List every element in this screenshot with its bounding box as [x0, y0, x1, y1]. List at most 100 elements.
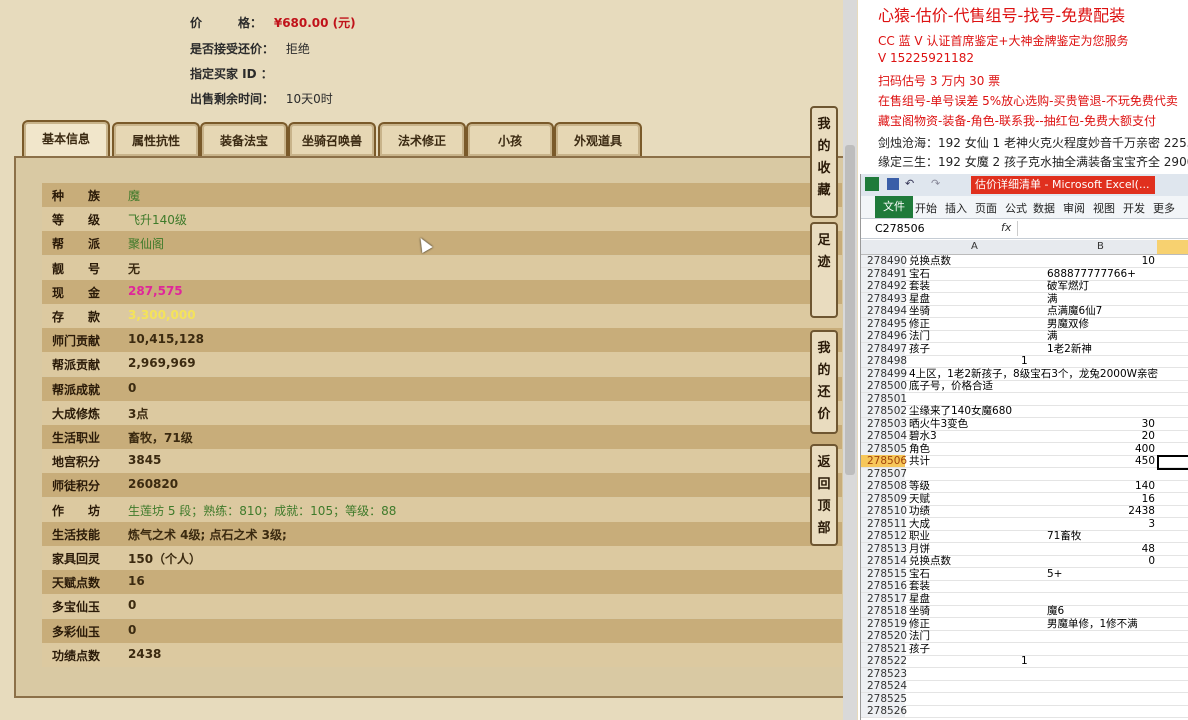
row-number[interactable]: 278493 [861, 292, 907, 305]
cell-a[interactable]: 修正 [909, 618, 930, 630]
cell-b[interactable]: 688877777766+ [1047, 268, 1136, 280]
row-number[interactable]: 278502 [861, 405, 907, 417]
row-number[interactable]: 278526 [861, 705, 907, 717]
row-number[interactable]: 278500 [861, 380, 907, 392]
ribbon-tab-review[interactable]: 审阅 [1063, 200, 1085, 216]
sheet-row[interactable]: 278513 月饼 48 [861, 542, 1188, 556]
row-number[interactable]: 278517 [861, 592, 907, 605]
sheet-row[interactable]: 278491 宝石 688877777766+ [861, 267, 1188, 281]
row-number[interactable]: 278491 [861, 267, 907, 280]
row-number[interactable]: 278503 [861, 417, 907, 430]
sheet-row[interactable]: 278514 兑换点数 0 [861, 555, 1188, 569]
sheet-row[interactable]: 278495 修正 男魔双修 [861, 317, 1188, 331]
row-number[interactable]: 278507 [861, 467, 907, 480]
sheet-row[interactable]: 278520 法门 [861, 630, 1188, 644]
row-number[interactable]: 278520 [861, 630, 907, 642]
row-number[interactable]: 278501 [861, 392, 907, 405]
row-number[interactable]: 278490 [861, 255, 907, 267]
tab-equipment[interactable]: 装备法宝 [200, 122, 288, 156]
cell-b[interactable]: 30 [1142, 418, 1155, 430]
sheet-row[interactable]: 278512 职业 71畜牧 [861, 530, 1188, 544]
ribbon-tab-page[interactable]: 页面 [975, 200, 997, 216]
ribbon-tab-developer[interactable]: 开发 [1123, 200, 1145, 216]
sheet-row[interactable]: 278516 套装 [861, 580, 1188, 594]
sheet-row[interactable]: 278500 底子号，价格合适 [861, 380, 1188, 394]
cell-a[interactable]: 套装 [909, 580, 930, 592]
tab-spell-correction[interactable]: 法术修正 [378, 122, 466, 156]
cell-a[interactable]: 修正 [909, 318, 930, 330]
cell-b[interactable]: 140 [1135, 480, 1155, 492]
cell-a[interactable]: 法门 [909, 630, 930, 642]
cell-a[interactable]: 宝石 [909, 568, 930, 580]
cell-a[interactable]: 职业 [909, 530, 930, 542]
cell-b[interactable]: 2438 [1128, 505, 1155, 517]
sheet-row[interactable]: 278523 [861, 667, 1188, 681]
cell-a[interactable]: 孩子 [909, 343, 930, 355]
cell-b[interactable]: 满 [1047, 330, 1058, 342]
column-a-header[interactable]: A [971, 241, 978, 252]
row-number[interactable]: 278512 [861, 530, 907, 542]
sheet-row[interactable]: 278509 天赋 16 [861, 492, 1188, 506]
tab-mounts-pets[interactable]: 坐骑召唤兽 [288, 122, 376, 156]
row-number[interactable]: 278509 [861, 492, 907, 505]
cell-a[interactable]: 共计 [909, 455, 930, 467]
row-number[interactable]: 278518 [861, 605, 907, 617]
back-to-top-button[interactable]: 返回顶部 [810, 444, 838, 546]
sheet-row[interactable]: 278515 宝石 5+ [861, 567, 1188, 581]
cell-b[interactable]: 16 [1142, 493, 1155, 505]
sheet-row[interactable]: 278507 [861, 467, 1188, 481]
cell-b[interactable]: 0 [1148, 555, 1155, 567]
my-favorites-button[interactable]: 我的收藏 [810, 106, 838, 218]
undo-icon[interactable]: ↶ [905, 177, 914, 190]
column-b-header[interactable]: B [1097, 241, 1104, 252]
cell-a[interactable]: 天赋 [909, 493, 930, 505]
cell-a[interactable]: 坐骑 [909, 305, 930, 317]
sheet-row[interactable]: 278506 共计 450 [861, 455, 1188, 470]
cell-b[interactable]: 破军燃灯 [1047, 280, 1089, 292]
cell-a[interactable]: 4上区，1老2新孩子，8级宝石3个，龙兔2000W亲密 [909, 368, 1158, 380]
column-c-header[interactable] [1157, 240, 1188, 254]
row-number[interactable]: 278499 [861, 367, 907, 380]
formula-input[interactable] [1017, 221, 1188, 236]
sheet-row[interactable]: 278490 兑换点数 10 [861, 255, 1188, 269]
cell-a[interactable]: 碧水3 [909, 430, 937, 442]
row-number[interactable]: 278525 [861, 692, 907, 705]
tab-basic-info[interactable]: 基本信息 [22, 120, 110, 158]
cell-a[interactable]: 孩子 [909, 643, 930, 655]
cell-a[interactable]: 宝石 [909, 268, 930, 280]
sheet-row[interactable]: 278502 尘缘来了140女魔680 [861, 405, 1188, 419]
sheet-row[interactable]: 278503 晒火牛3变色 30 [861, 417, 1188, 431]
sheet-row[interactable]: 278501 [861, 392, 1188, 406]
cell-b[interactable]: 1老2新神 [1047, 343, 1092, 355]
row-number[interactable]: 278494 [861, 305, 907, 317]
cell-b[interactable]: 400 [1135, 443, 1155, 455]
cell-a[interactable]: 坐骑 [909, 605, 930, 617]
row-number[interactable]: 278511 [861, 517, 907, 530]
sheet-row[interactable]: 278518 坐骑 魔6 [861, 605, 1188, 619]
sheet-row[interactable]: 278505 角色 400 [861, 442, 1188, 456]
sheet-row[interactable]: 278499 4上区，1老2新孩子，8级宝石3个，龙兔2000W亲密 [861, 367, 1188, 381]
ribbon-tab-formulas[interactable]: 公式 [1005, 200, 1027, 216]
cell-b[interactable]: 魔6 [1047, 605, 1064, 617]
row-number[interactable]: 278504 [861, 430, 907, 442]
cell-a[interactable]: 套装 [909, 280, 930, 292]
row-number[interactable]: 278521 [861, 642, 907, 655]
sheet-row[interactable]: 278492 套装 破军燃灯 [861, 280, 1188, 294]
cell-a[interactable]: 星盘 [909, 293, 930, 305]
cell-a[interactable]: 星盘 [909, 593, 930, 605]
sheet-row[interactable]: 278508 等级 140 [861, 480, 1188, 494]
tab-appearance[interactable]: 外观道具 [554, 122, 642, 156]
sheet-row[interactable]: 278498 1 [861, 355, 1188, 369]
sheet-row[interactable]: 278526 [861, 705, 1188, 719]
ribbon-tab-file[interactable]: 文件 [875, 196, 913, 218]
tab-attributes[interactable]: 属性抗性 [112, 122, 200, 156]
footprint-button[interactable]: 足迹 [810, 222, 838, 318]
save-icon[interactable] [887, 178, 899, 190]
cell-a[interactable]: 兑换点数 [909, 255, 951, 267]
cell-b[interactable]: 满 [1047, 293, 1058, 305]
ribbon-tab-more[interactable]: 更多 [1153, 200, 1175, 216]
ribbon-tab-data[interactable]: 数据 [1033, 200, 1055, 216]
row-number[interactable]: 278492 [861, 280, 907, 292]
row-number[interactable]: 278496 [861, 330, 907, 342]
row-number[interactable]: 278515 [861, 567, 907, 580]
